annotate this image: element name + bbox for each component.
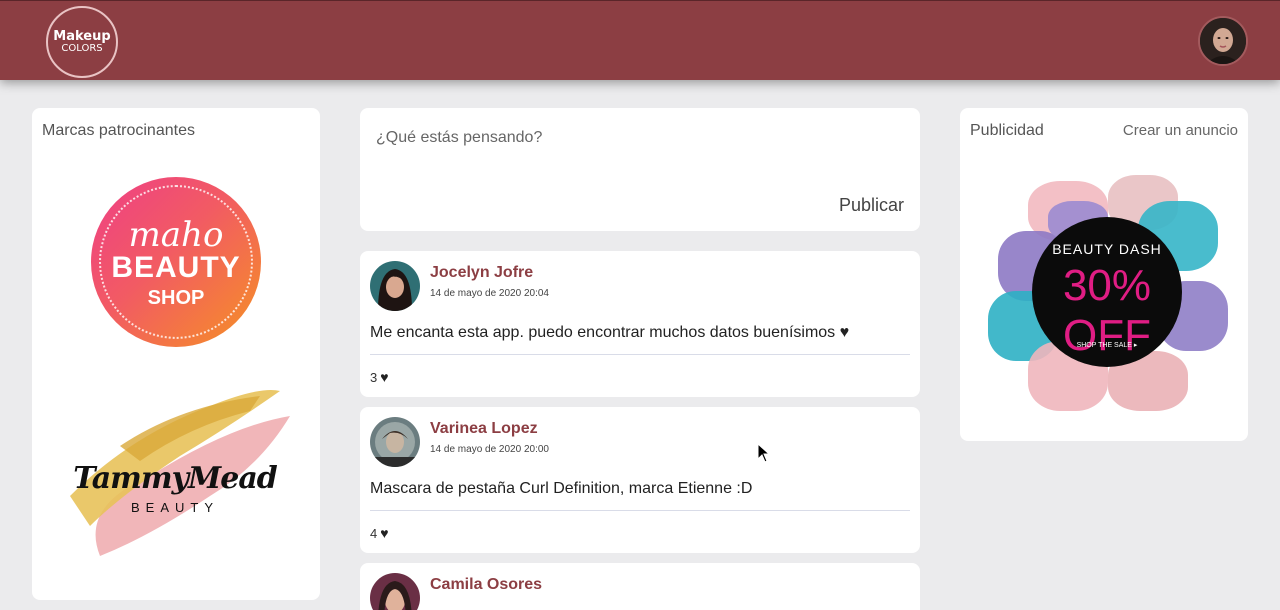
- publish-button[interactable]: Publicar: [839, 195, 904, 216]
- heart-icon: ♥: [380, 369, 389, 385]
- divider: [370, 510, 910, 511]
- sponsor-logo-maho[interactable]: maho BEAUTY SHOP: [91, 177, 261, 347]
- ad-banner[interactable]: BEAUTY DASH 30% OFF SHOP THE SALE ▸: [988, 171, 1228, 421]
- sponsors-card: Marcas patrocinantes maho BEAUTY SHOP Ta…: [32, 108, 320, 600]
- sponsor-logo-text: TammyMead: [73, 461, 278, 496]
- like-button[interactable]: 4 ♥: [370, 525, 389, 541]
- sponsor-logo-text: BEAUTY: [111, 251, 241, 284]
- post-composer: Publicar: [360, 108, 920, 231]
- sale-badge: BEAUTY DASH 30% OFF SHOP THE SALE ▸: [1032, 217, 1182, 367]
- heart-icon: ♥: [380, 525, 389, 541]
- mouse-cursor-icon: [757, 443, 771, 463]
- author-avatar[interactable]: [370, 417, 420, 467]
- post-date: 14 de mayo de 2020 20:04: [430, 288, 549, 299]
- post-card: Jocelyn Jofre 14 de mayo de 2020 20:04 M…: [360, 251, 920, 397]
- sponsor-logo-text: SHOP: [147, 287, 205, 309]
- ads-title: Publicidad: [970, 122, 1044, 139]
- post-date: 14 de mayo de 2020 20:00: [430, 444, 549, 455]
- logo-text-main: Makeup: [53, 29, 111, 44]
- ad-cta: SHOP THE SALE ▸: [1076, 342, 1138, 349]
- post-text: Mascara de pestaña Curl Definition, marc…: [370, 480, 753, 497]
- like-count: 4: [370, 525, 378, 541]
- author-name[interactable]: Jocelyn Jofre: [430, 264, 533, 282]
- app-logo[interactable]: Makeup COLORS: [46, 6, 118, 78]
- divider: [370, 354, 910, 355]
- post-text: Me encanta esta app. puedo encontrar muc…: [370, 324, 850, 341]
- sponsor-logo-text: maho: [128, 215, 224, 255]
- like-count: 3: [370, 369, 378, 385]
- post-card: Camila Osores: [360, 563, 920, 610]
- post-input[interactable]: [376, 124, 896, 152]
- author-name[interactable]: Camila Osores: [430, 576, 542, 594]
- author-avatar[interactable]: [370, 573, 420, 610]
- ads-card: Publicidad Crear un anuncio BEAUTY DASH …: [960, 108, 1248, 441]
- ad-headline: BEAUTY DASH: [1052, 241, 1162, 257]
- create-ad-link[interactable]: Crear un anuncio: [1123, 122, 1238, 139]
- sponsor-logo-tammy[interactable]: TammyMead BEAUTY: [60, 386, 290, 566]
- post-card: Varinea Lopez 14 de mayo de 2020 20:00 M…: [360, 407, 920, 553]
- author-avatar[interactable]: [370, 261, 420, 311]
- top-navbar: Makeup COLORS: [0, 0, 1280, 80]
- sponsors-title: Marcas patrocinantes: [42, 122, 195, 139]
- logo-text-sub: COLORS: [61, 43, 103, 54]
- like-button[interactable]: 3 ♥: [370, 369, 389, 385]
- author-name[interactable]: Varinea Lopez: [430, 420, 538, 438]
- user-avatar[interactable]: [1198, 16, 1248, 66]
- sponsor-logo-text: BEAUTY: [130, 500, 219, 515]
